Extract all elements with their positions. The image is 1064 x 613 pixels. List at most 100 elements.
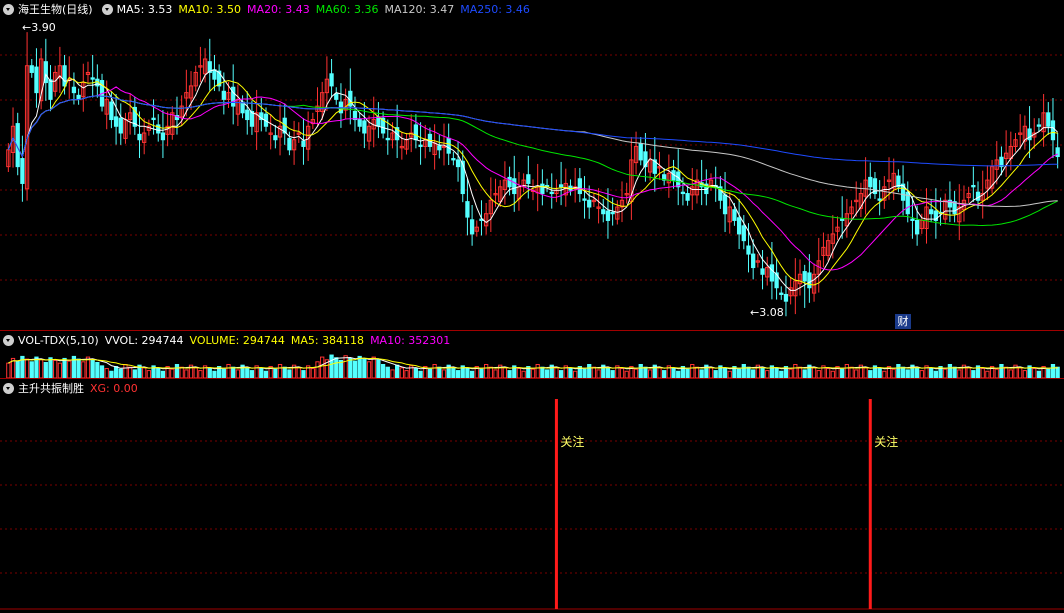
volume-bar (207, 368, 212, 379)
candle-body (113, 116, 119, 127)
candle-body (582, 198, 587, 201)
volume-bar (1050, 364, 1056, 379)
volume-bar (81, 361, 86, 379)
volume-bar (573, 370, 578, 379)
candle-body (118, 117, 123, 134)
vol-ma5-legend: MA5: 384118 (290, 333, 365, 347)
volume-bar (952, 366, 957, 379)
volume-bar (877, 368, 882, 379)
volume-bar (488, 366, 493, 379)
candle-body (1046, 112, 1051, 127)
volume-bar (957, 369, 962, 379)
volume-bar (905, 369, 910, 379)
volume-bar (146, 370, 152, 379)
collapse-toggle-icon[interactable] (3, 3, 14, 15)
volume-bar (788, 368, 793, 379)
volume-bar (587, 364, 592, 379)
volume-bar (221, 368, 226, 379)
volume-bar (980, 368, 985, 379)
candle-body (558, 184, 564, 188)
volume-bar (343, 355, 348, 379)
volume-bar (315, 361, 320, 379)
candle-body (910, 218, 915, 221)
volume-bar (891, 368, 896, 379)
candle-body (76, 94, 81, 100)
candle-body (779, 292, 784, 295)
volume-bar (184, 369, 189, 379)
volume-bar (156, 368, 161, 379)
candle-body (587, 199, 592, 208)
volume-bar (699, 369, 704, 379)
candle-body (807, 272, 812, 289)
candle-body (160, 132, 166, 141)
candle-body (732, 209, 737, 221)
volume-bar (376, 359, 381, 379)
ma-settings-icon[interactable] (101, 3, 113, 15)
volume-bar (231, 366, 236, 379)
volume-bar (395, 364, 400, 379)
volume-bar (765, 370, 770, 379)
indicator-panel[interactable]: 主升共振制胜 XG: 0.00 关注 关注 (0, 378, 1064, 613)
signal-label: 关注 (874, 435, 899, 449)
volume-bar (746, 366, 751, 379)
volume-bar (432, 364, 437, 379)
price-panel[interactable]: 海王生物(日线) MA5: 3.53 MA10: 3.50 MA20: 3.43… (0, 0, 1064, 330)
volume-bar (67, 360, 72, 379)
volume-settings-icon[interactable] (3, 334, 14, 346)
volume-bar (802, 369, 807, 379)
volume-bar (811, 367, 817, 379)
price-chart (0, 32, 1064, 317)
volume-bar (38, 359, 44, 379)
xg-legend: XG: 0.00 (90, 381, 138, 395)
volume-bar (277, 364, 283, 379)
candle-body (231, 86, 236, 107)
candle-body (840, 218, 845, 221)
volume-bar (76, 358, 81, 379)
volume-bar (193, 367, 198, 379)
volume-bar (1018, 367, 1023, 379)
volume-panel[interactable]: VOL-TDX(5,10) VVOL: 294744 VOLUME: 29474… (0, 330, 1064, 379)
volume-bar (24, 358, 30, 379)
candle-body (549, 191, 554, 195)
volume-bar (779, 370, 784, 379)
candle-body (249, 110, 255, 127)
volume-bar (530, 368, 536, 379)
volume-bar (797, 366, 803, 379)
volume-bar (48, 357, 53, 379)
volume-bar (540, 366, 545, 379)
volume-bar (708, 367, 714, 379)
candle-body (469, 219, 475, 235)
volume-bar (727, 370, 732, 379)
volume-bar (554, 367, 559, 379)
volume-bar (235, 369, 241, 379)
ma20-legend: MA20: 3.43 (247, 2, 310, 16)
volume-bar (521, 370, 526, 379)
candle-body (357, 119, 362, 127)
volume-bar (662, 370, 667, 379)
volume-bar (113, 366, 119, 379)
volume-bar (334, 357, 339, 379)
candle-body (685, 193, 690, 201)
candle-body (577, 178, 582, 195)
volume-bar (127, 366, 133, 379)
volume-bar (62, 357, 67, 379)
indicator-settings-icon[interactable] (3, 382, 14, 394)
finance-badge[interactable]: 财 (895, 314, 911, 329)
volume-panel-header: VOL-TDX(5,10) VVOL: 294744 VOLUME: 29474… (0, 331, 1064, 349)
candle-body (221, 90, 226, 100)
candle-body (301, 140, 306, 147)
vol-ma10-legend: MA10: 352301 (370, 333, 451, 347)
signal-label: 关注 (560, 435, 585, 449)
candle-body (441, 145, 447, 148)
volume-bar (1032, 368, 1037, 379)
candle-body (71, 86, 77, 94)
volume-bar (6, 362, 11, 379)
volume-bar (273, 368, 278, 379)
volume-bar (741, 364, 746, 379)
volume-bar (427, 368, 433, 379)
volume-bar (610, 370, 615, 379)
candle-body (971, 184, 976, 188)
candle-body (451, 158, 456, 161)
volume-bar (366, 361, 372, 379)
volume-bar (868, 370, 873, 379)
